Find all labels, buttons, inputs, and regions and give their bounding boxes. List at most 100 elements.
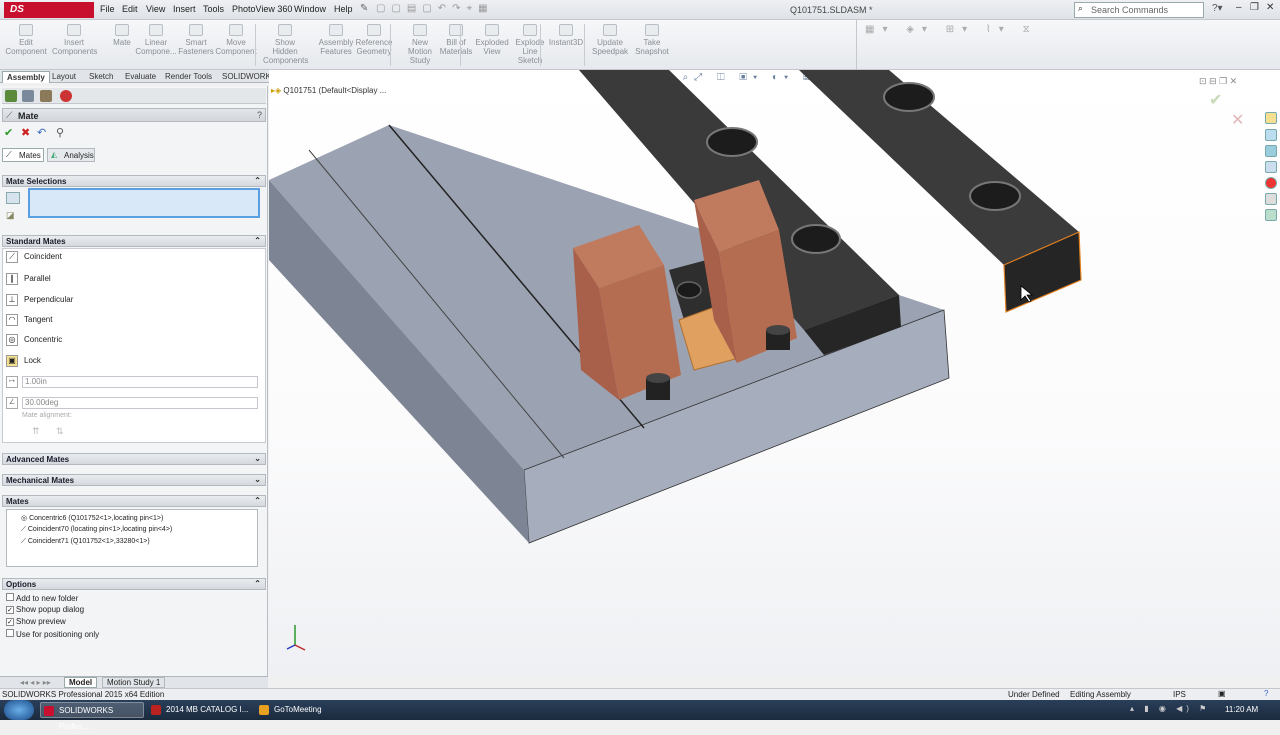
minimize-icon[interactable]: – (1236, 2, 1242, 13)
ok-icon[interactable]: ✔ (4, 126, 13, 139)
menu-window[interactable]: Window (294, 4, 326, 14)
expand-icon[interactable]: ⌄ (254, 454, 261, 463)
pin-icon[interactable]: ✎ (360, 3, 368, 14)
taskbar-item-gotomeeting[interactable]: GoToMeeting (256, 702, 356, 718)
option-show-popup-dialog[interactable]: ✓ Show popup dialog (6, 605, 84, 614)
help-icon[interactable]: ?▾ (1212, 3, 1223, 14)
mechanical-mates-header[interactable]: Mechanical Mates ⌄ (2, 474, 266, 486)
option-show-preview[interactable]: ✓ Show preview (6, 617, 66, 626)
command-button-insert-components[interactable]: Insert Components (52, 24, 97, 56)
command-button-show-hidden-components[interactable]: Show Hidden Components (263, 24, 308, 65)
command-button-update-speedpak[interactable]: Update Speedpak (588, 24, 632, 56)
taskbar-item-solidworks[interactable]: SOLIDWORKS Profes... (40, 702, 144, 731)
menu-insert[interactable]: Insert (173, 4, 196, 14)
rebuild-icon[interactable]: ▣ (1218, 689, 1226, 698)
close-icon[interactable]: ✕ (1266, 2, 1274, 13)
option-positioning-only[interactable]: Use for positioning only (6, 629, 99, 639)
angle-icon[interactable]: ∠ (6, 397, 18, 409)
cancel-icon[interactable]: ✖ (21, 126, 30, 139)
angle-field[interactable]: 30.00deg (22, 397, 258, 409)
mate-tangent[interactable]: ◠ Tangent (6, 312, 52, 328)
aligned-icon[interactable]: ⇈ (32, 426, 40, 437)
command-label: Linear Compone... (135, 38, 177, 56)
clamp-hole (676, 281, 702, 299)
resources-icon[interactable] (1265, 129, 1277, 141)
anti-aligned-icon[interactable]: ⇅ (56, 426, 64, 437)
feature-manager-icon[interactable] (5, 90, 17, 102)
list-item[interactable]: ◎ Concentric6 (Q101752<1>,locating pin<1… (21, 514, 163, 522)
collapse-icon[interactable]: ⌃ (254, 496, 261, 505)
collapse-icon[interactable]: ⌃ (254, 176, 261, 185)
tab-render-tools[interactable]: Render Tools (161, 71, 216, 82)
model-view[interactable] (269, 70, 1280, 676)
mate-coincident[interactable]: ⟋ Coincident (6, 249, 62, 265)
search-commands-input[interactable]: Search Commands (1074, 2, 1204, 18)
menu-tools[interactable]: Tools (203, 4, 224, 14)
distance-field[interactable]: 1.00in (22, 376, 258, 388)
taskbar-item-pdf[interactable]: 2014 MB CATALOG I... (148, 702, 252, 718)
list-item[interactable]: ⟋ Coincident70 (locating pin<1>,locating… (21, 526, 172, 534)
tab-layout[interactable]: Layout (48, 71, 80, 82)
mate-parallel[interactable]: ∥ Parallel (6, 271, 51, 287)
option-add-to-new-folder[interactable]: Add to new folder (6, 593, 78, 603)
help-icon[interactable]: ? (1264, 689, 1268, 698)
menu-file[interactable]: File (100, 4, 115, 14)
mate-selections-header[interactable]: Mate Selections ⌃ (2, 175, 266, 187)
configuration-manager-icon[interactable] (40, 90, 52, 102)
restore-icon[interactable]: ❐ (1250, 2, 1259, 13)
graphics-area[interactable]: ▸◈ Q101751 (Default<Display ... ⌕⌕⤢ ◫ ▣▾… (269, 70, 1280, 676)
command-button-move-component[interactable]: Move Component (214, 24, 258, 56)
solidworks-logo[interactable]: DS SOLIDWORKS (4, 2, 94, 31)
expand-icon[interactable]: ⌄ (254, 475, 261, 484)
design-library-icon[interactable] (1265, 145, 1277, 157)
command-button-linear-compone[interactable]: Linear Compone... (134, 24, 178, 56)
undo-icon[interactable]: ↶ (37, 126, 46, 139)
checkbox-checked[interactable]: ✓ (6, 618, 14, 626)
tab-model[interactable]: Model (64, 677, 98, 688)
command-button-edit-component[interactable]: Edit Component (4, 24, 48, 56)
task-label: GoToMeeting (274, 705, 322, 714)
pushpin-icon[interactable]: ⚲ (56, 126, 64, 139)
tab-evaluate[interactable]: Evaluate (121, 71, 160, 82)
tab-scroll-arrows[interactable]: ◂◂ ◂ ▸ ▸▸ (20, 678, 51, 687)
mate-concentric[interactable]: ◎ Concentric (6, 332, 62, 348)
list-item[interactable]: ⟋ Coincident71 (Q101752<1>,33280<1>) (21, 538, 150, 546)
collapse-icon[interactable]: ⌃ (254, 579, 261, 588)
tab-sketch[interactable]: Sketch (85, 71, 117, 82)
units-indicator[interactable]: IPS (1173, 690, 1186, 699)
mates-header[interactable]: Mates ⌃ (2, 495, 266, 507)
custom-properties-icon[interactable] (1265, 209, 1277, 221)
mate-perpendicular[interactable]: ⊥ Perpendicular (6, 292, 73, 308)
help-button[interactable]: ? (257, 110, 262, 120)
checkbox-checked[interactable]: ✓ (6, 606, 14, 614)
home-icon[interactable] (1265, 112, 1277, 124)
menu-view[interactable]: View (146, 4, 165, 14)
tab-assembly[interactable]: Assembly (2, 71, 50, 83)
quick-access-toolbar[interactable]: ▢▢▤▢↶↷⌖▦ (376, 3, 566, 17)
view-palette-icon[interactable] (1265, 177, 1277, 189)
distance-icon[interactable]: ↦ (6, 376, 18, 388)
collapse-icon[interactable]: ⌃ (254, 236, 261, 245)
command-button-smart-fasteners[interactable]: Smart Fasteners (174, 24, 218, 56)
command-button-instant3d[interactable]: Instant3D (544, 24, 588, 47)
display-manager-icon[interactable] (60, 90, 72, 102)
mates-list[interactable]: ◎ Concentric6 (Q101752<1>,locating pin<1… (6, 509, 258, 567)
checkbox[interactable] (6, 629, 14, 637)
advanced-mates-header[interactable]: Advanced Mates ⌄ (2, 453, 266, 465)
standard-mates-header[interactable]: Standard Mates ⌃ (2, 235, 266, 247)
menu-photoview[interactable]: PhotoView 360 (232, 4, 292, 14)
menu-edit[interactable]: Edit (122, 4, 138, 14)
command-button-take-snapshot[interactable]: Take Snapshot (630, 24, 674, 56)
system-tray-icons[interactable]: ▴ ▮ ◉ ◀) ⚑ (1130, 704, 1210, 713)
rail-2-top[interactable] (799, 70, 1079, 265)
tab-motion-study[interactable]: Motion Study 1 (102, 677, 166, 688)
file-explorer-icon[interactable] (1265, 161, 1277, 173)
start-button[interactable] (4, 700, 34, 720)
options-header[interactable]: Options ⌃ (2, 578, 266, 590)
property-manager-icon[interactable] (22, 90, 34, 102)
checkbox[interactable] (6, 593, 14, 601)
appearances-icon[interactable] (1265, 193, 1277, 205)
menu-help[interactable]: Help (334, 4, 353, 14)
mate-lock[interactable]: ▣ Lock (6, 353, 41, 369)
mate-selections-box[interactable] (28, 188, 260, 218)
